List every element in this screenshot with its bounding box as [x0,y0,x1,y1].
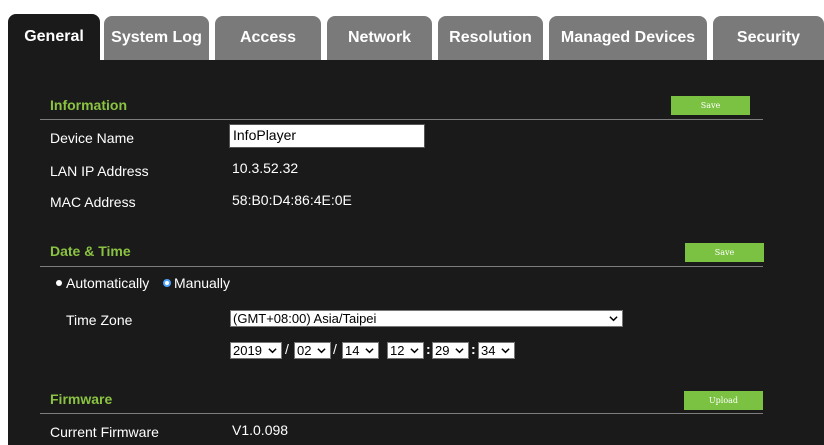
divider [40,266,763,267]
chevron-down-icon [455,348,464,354]
datetime-save-button[interactable]: Save [685,243,764,262]
section-title-information: Information [50,97,127,113]
hour-select[interactable]: 12 [387,342,424,359]
chevron-down-icon [268,348,277,354]
tab-access[interactable]: Access [215,16,321,60]
settings-window: General System Log Access Network Resolu… [0,0,824,445]
time-zone-value: (GMT+08:00) Asia/Taipei [233,311,377,326]
lan-ip-value: 10.3.52.32 [232,160,299,176]
tab-security[interactable]: Security [713,16,824,60]
current-firmware-label: Current Firmware [50,424,159,440]
time-zone-label: Time Zone [66,312,133,328]
tab-label: Resolution [449,29,532,46]
firmware-upload-button[interactable]: Upload [684,391,763,410]
time-separator: : [426,341,431,357]
radio-automatically[interactable] [56,280,62,286]
chevron-down-icon [609,316,618,322]
chevron-down-icon [501,348,510,354]
year-value: 2019 [233,343,262,358]
minute-value: 29 [435,343,450,358]
chevron-down-icon [410,348,419,354]
time-zone-select[interactable]: (GMT+08:00) Asia/Taipei [230,310,623,327]
tab-label: System Log [111,29,202,46]
day-value: 14 [345,343,360,358]
minute-select[interactable]: 29 [432,342,469,359]
tab-label: Access [239,29,297,46]
divider [40,413,763,414]
information-save-button[interactable]: Save [671,96,750,115]
second-value: 34 [481,343,496,358]
day-select[interactable]: 14 [342,342,379,359]
month-select[interactable]: 02 [294,342,331,359]
mac-address-value: 58:B0:D4:86:4E:0E [232,192,352,208]
device-name-label: Device Name [50,130,135,146]
mac-address-label: MAC Address [50,194,136,210]
tab-network[interactable]: Network [327,16,432,60]
section-title-firmware: Firmware [50,391,113,407]
time-separator: : [471,341,476,357]
radio-automatically-label[interactable]: Automatically [66,275,149,291]
divider [40,119,763,120]
month-value: 02 [297,343,312,358]
hour-value: 12 [390,343,405,358]
tab-label: Network [347,29,412,46]
date-separator: / [285,341,289,357]
tab-general[interactable]: General [8,14,100,60]
device-name-input[interactable]: InfoPlayer [229,124,425,148]
second-select[interactable]: 34 [478,342,515,359]
chevron-down-icon [317,348,326,354]
year-select[interactable]: 2019 [230,342,282,359]
tab-label: General [24,28,84,45]
lan-ip-label: LAN IP Address [50,163,149,179]
section-title-date-time: Date & Time [50,243,131,259]
current-firmware-value: V1.0.098 [232,422,289,438]
tab-managed-devices[interactable]: Managed Devices [549,16,707,60]
tab-label: Managed Devices [560,29,696,46]
chevron-down-icon [365,348,374,354]
tab-label: Security [736,29,801,46]
tab-system-log[interactable]: System Log [104,16,209,60]
radio-manually-label[interactable]: Manually [174,275,230,291]
date-separator: / [333,341,337,357]
radio-manually[interactable] [163,279,171,287]
tab-resolution[interactable]: Resolution [438,16,543,60]
